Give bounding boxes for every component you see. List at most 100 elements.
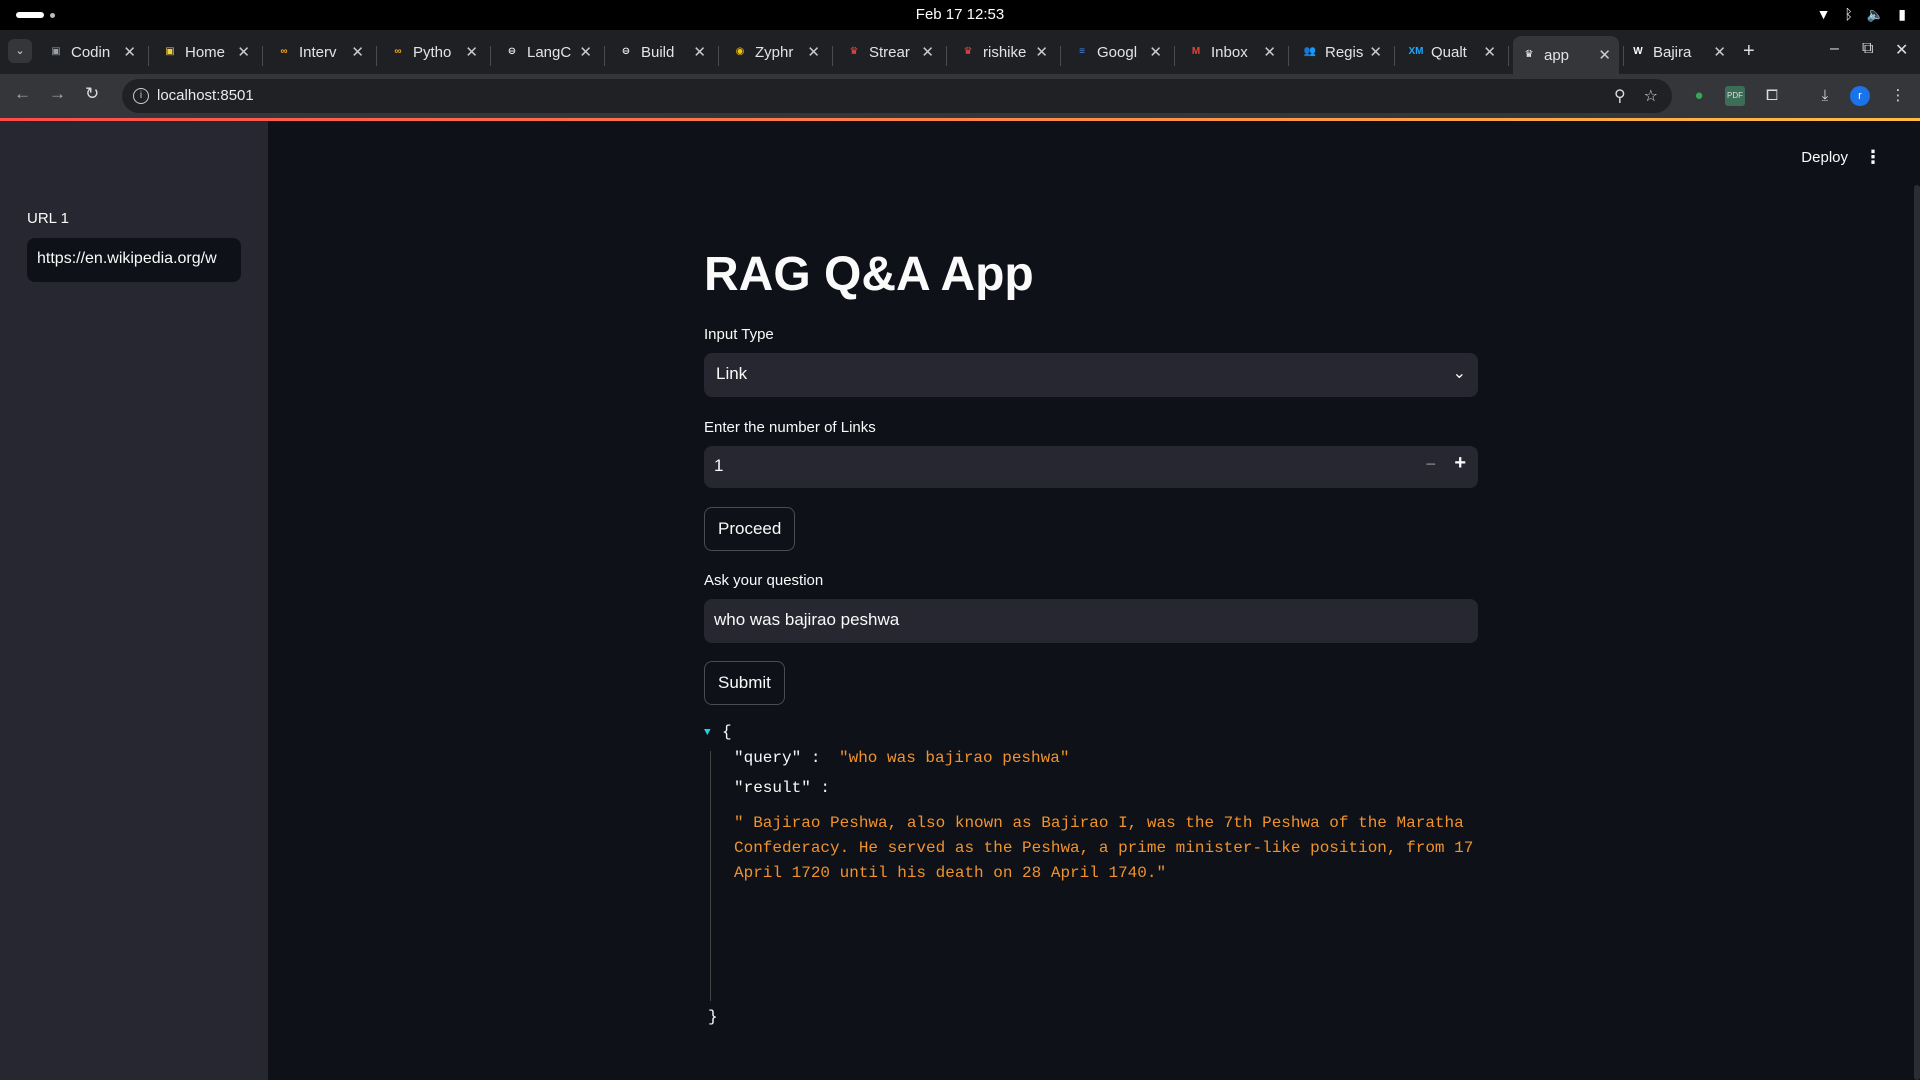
browser-tab[interactable]: ▣ Codin ✕ <box>40 36 144 68</box>
volume-icon: 🔈 <box>1866 6 1885 22</box>
tab-title: Qualt <box>1431 43 1467 61</box>
restore-icon[interactable]: ⧉ <box>1862 40 1873 58</box>
xm-icon: XM <box>1408 46 1424 57</box>
google-docs-icon: ≡ <box>1079 46 1085 57</box>
pdf-extension-icon[interactable]: PDF <box>1725 86 1745 106</box>
url-1-input[interactable]: https://en.wikipedia.org/w <box>27 238 241 282</box>
close-window-icon[interactable]: ✕ <box>1895 40 1908 60</box>
gmail-icon: M <box>1191 46 1201 57</box>
json-query-value: "who was bajirao peshwa" <box>839 749 1070 767</box>
coding-icon: ▣ <box>51 46 61 57</box>
browser-tab[interactable]: ∞ Interv ✕ <box>268 36 372 68</box>
submit-button[interactable]: Submit <box>704 661 785 705</box>
browser-menu-kebab-icon[interactable]: ⋮ <box>1888 86 1908 106</box>
tab-close-icon[interactable]: ✕ <box>1598 46 1611 64</box>
tab-close-icon[interactable]: ✕ <box>921 43 934 61</box>
tab-title: Bajira <box>1653 43 1692 61</box>
num-links-value[interactable]: 1 <box>714 456 723 475</box>
minus-icon[interactable]: − <box>1425 454 1436 475</box>
browser-tab[interactable]: ∞ Pytho ✕ <box>382 36 486 68</box>
bookmark-star-icon[interactable]: ☆ <box>1644 86 1658 106</box>
tab-title: Build <box>641 43 675 61</box>
os-clock[interactable]: Feb 17 12:53 <box>0 6 1920 23</box>
site-info-icon[interactable]: i <box>133 88 149 104</box>
url-1-label: URL 1 <box>27 210 69 227</box>
input-type-select[interactable]: Link ⌄ <box>704 353 1478 397</box>
browser-tab[interactable]: ⊖ Build ✕ <box>610 36 714 68</box>
tab-close-icon[interactable]: ✕ <box>579 43 592 61</box>
deploy-button[interactable]: Deploy <box>1801 149 1848 166</box>
browser-tab[interactable]: ≡ Googl ✕ <box>1066 36 1170 68</box>
browser-tab[interactable]: ♛ app ✕ <box>1513 36 1619 74</box>
tab-title: LangC <box>527 43 572 61</box>
battery-icon: ▮ <box>1898 6 1906 22</box>
json-indent-guide <box>710 751 711 1001</box>
profile-avatar[interactable]: r <box>1850 86 1870 106</box>
tab-close-icon[interactable]: ✕ <box>237 43 250 61</box>
browser-tab[interactable]: ⊖ LangC ✕ <box>496 36 600 68</box>
browser-tab[interactable]: ♛ Strear ✕ <box>838 36 942 68</box>
question-label: Ask your question <box>704 572 824 589</box>
browser-toolbar: ← → ↻ i localhost:8501 ⚲ ☆ ● PDF ⧠ ⤓ r ⋮ <box>0 74 1920 118</box>
tab-close-icon[interactable]: ✕ <box>1263 43 1276 61</box>
browser-tab[interactable]: ◉ Zyphr ✕ <box>724 36 828 68</box>
collapse-toggle-icon[interactable]: ▼ <box>704 727 711 739</box>
minimize-icon[interactable]: – <box>1830 40 1839 58</box>
num-links-stepper[interactable]: 1 − + <box>704 446 1478 488</box>
tab-title: Pytho <box>413 43 452 61</box>
browser-tab[interactable]: 👥 Regist ✕ <box>1294 36 1390 68</box>
proceed-button[interactable]: Proceed <box>704 507 796 551</box>
back-arrow-icon[interactable]: ← <box>14 84 31 104</box>
question-input[interactable]: who was bajirao peshwa <box>704 599 1478 643</box>
infinity-icon: ∞ <box>280 46 288 57</box>
tab-close-icon[interactable]: ✕ <box>465 43 478 61</box>
tab-title: Inbox <box>1211 43 1248 61</box>
zyphra-icon: ◉ <box>735 46 745 57</box>
forward-arrow-icon[interactable]: → <box>49 84 66 104</box>
tab-close-icon[interactable]: ✕ <box>693 43 706 61</box>
streamlit-icon: ♛ <box>963 46 973 57</box>
people-icon: 👥 <box>1303 46 1317 57</box>
tab-close-icon[interactable]: ✕ <box>1713 43 1726 61</box>
tab-close-icon[interactable]: ✕ <box>807 43 820 61</box>
address-url[interactable]: localhost:8501 <box>157 87 254 104</box>
zoom-icon[interactable]: ⚲ <box>1614 86 1626 106</box>
tab-separator <box>490 46 491 66</box>
tab-title: Home <box>185 43 226 61</box>
json-query-key: "query" : <box>734 749 821 767</box>
browser-tab[interactable]: M Inbox ✕ <box>1180 36 1284 68</box>
chevron-down-icon: ⌄ <box>1452 365 1466 382</box>
tab-search-chevron-icon[interactable]: ⌄ <box>8 39 32 63</box>
new-tab-plus-icon[interactable]: + <box>1743 40 1755 63</box>
tab-separator <box>148 46 149 66</box>
tab-separator <box>1060 46 1061 66</box>
json-result-key: "result" : <box>734 779 831 797</box>
tab-close-icon[interactable]: ✕ <box>351 43 364 61</box>
browser-tab[interactable]: ♛ rishike ✕ <box>952 36 1056 68</box>
extensions-puzzle-icon[interactable]: ⧠ <box>1762 86 1782 106</box>
infinity-icon: ∞ <box>394 46 402 57</box>
scrollbar[interactable] <box>1914 185 1920 1080</box>
downloads-icon[interactable]: ⤓ <box>1815 86 1835 106</box>
page-title: RAG Q&A App <box>704 248 1034 301</box>
reload-icon[interactable]: ↻ <box>85 84 99 104</box>
tab-close-icon[interactable]: ✕ <box>123 43 136 61</box>
tab-title: Strear <box>869 43 910 61</box>
tab-title: Zyphr <box>755 43 794 61</box>
tab-separator <box>718 46 719 66</box>
tab-separator <box>1394 46 1395 66</box>
browser-tab[interactable]: ▣ Home ✕ <box>154 36 258 68</box>
browser-tab-strip: ⌄ ▣ Codin ✕ ▣ Home ✕ ∞ Interv ✕ ∞ Pytho ✕ ⊖ LangC ✕ ⊖ Bu… <box>0 30 1920 74</box>
browser-tab[interactable]: XM Qualt ✕ <box>1400 36 1504 68</box>
extension-icon[interactable]: ● <box>1689 86 1709 106</box>
os-top-bar: Feb 17 12:53 ▼ ᛒ 🔈 ▮ <box>0 0 1920 30</box>
tab-close-icon[interactable]: ✕ <box>1035 43 1048 61</box>
browser-tab[interactable]: W Bajira ✕ <box>1622 36 1734 68</box>
tab-close-icon[interactable]: ✕ <box>1369 43 1382 61</box>
system-tray[interactable]: ▼ ᛒ 🔈 ▮ <box>1817 6 1906 23</box>
app-menu-kebab-icon[interactable]: ⋮ <box>1864 147 1882 168</box>
tab-close-icon[interactable]: ✕ <box>1483 43 1496 61</box>
address-bar[interactable]: i localhost:8501 ⚲ ☆ <box>122 79 1672 113</box>
tab-close-icon[interactable]: ✕ <box>1149 43 1162 61</box>
plus-icon[interactable]: + <box>1454 452 1466 475</box>
